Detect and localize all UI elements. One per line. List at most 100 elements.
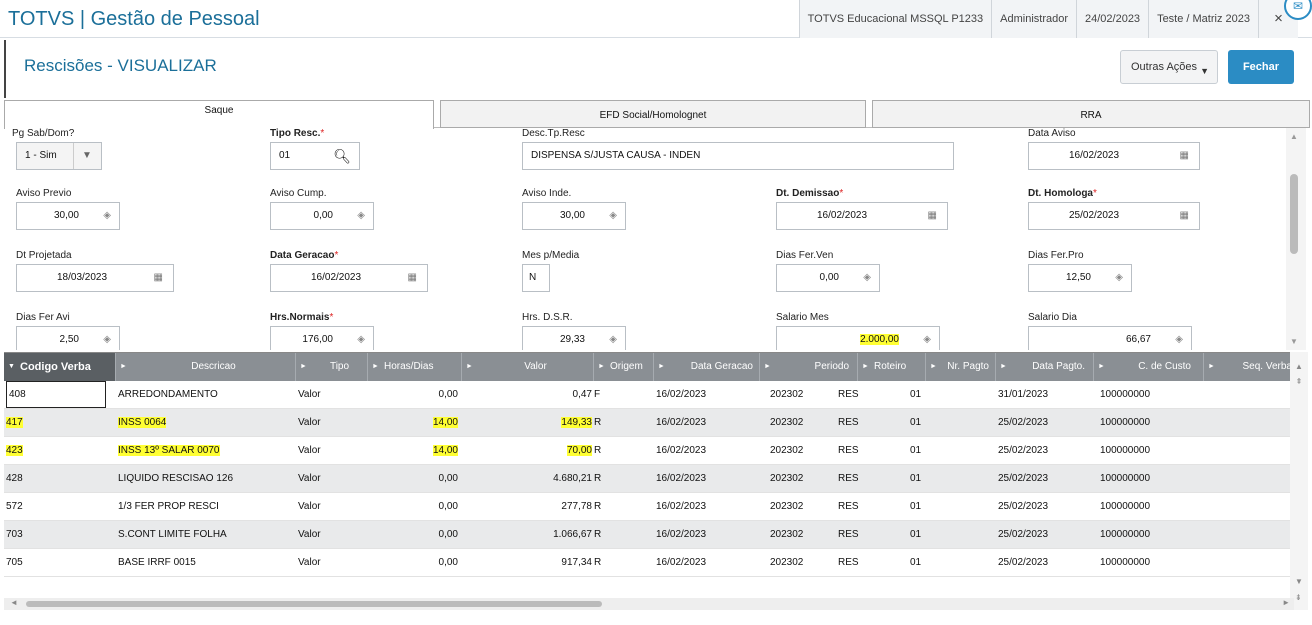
data-aviso-input[interactable]: 16/02/2023 ▦	[1028, 142, 1200, 170]
cell-tipo[interactable]: Valor	[298, 549, 368, 577]
cell-descricao[interactable]: INSS 13º SALAR 0070	[118, 437, 294, 465]
dias-fer-pro-input[interactable]: 12,50 ◈	[1028, 264, 1132, 292]
salario-dia-input[interactable]: 66,67 ◈	[1028, 326, 1192, 350]
cell-origem[interactable]: R	[594, 521, 624, 549]
scroll-thumb[interactable]	[1290, 174, 1298, 254]
pg-sab-dom-select[interactable]: 1 - Sim ▼	[16, 142, 102, 170]
calendar-icon[interactable]: ▦	[154, 265, 163, 291]
grid-h-scrollbar[interactable]: ◄ ►	[4, 598, 1294, 610]
cell-data-pagto[interactable]: 25/02/2023	[998, 437, 1088, 465]
table-row[interactable]: 408 ARREDONDAMENTO Valor 0,00 0,47 F 16/02/202…	[4, 381, 1294, 409]
calendar-icon[interactable]: ▦	[1180, 143, 1189, 169]
scroll-up-icon[interactable]: ▲	[1290, 362, 1308, 371]
calculator-icon[interactable]: ◈	[609, 203, 617, 229]
aviso-cump-input[interactable]: 0,00 ◈	[270, 202, 374, 230]
cell-roteiro[interactable]: RES	[838, 381, 898, 409]
cell-horas[interactable]: 0,00	[370, 381, 458, 409]
cell-tipo[interactable]: Valor	[298, 409, 368, 437]
column-header[interactable]: ► Nr. Pagto	[926, 353, 996, 381]
column-header[interactable]: ▼ Codigo Verba	[4, 353, 116, 381]
cell-origem[interactable]: R	[594, 437, 624, 465]
cell-horas[interactable]: 0,00	[370, 521, 458, 549]
cell-nr-pagto[interactable]: 01	[910, 493, 970, 521]
cell-data-geracao[interactable]: 16/02/2023	[656, 381, 756, 409]
cell-roteiro[interactable]: RES	[838, 521, 898, 549]
cell-nr-pagto[interactable]: 01	[910, 521, 970, 549]
column-header[interactable]: ► Tipo	[296, 353, 368, 381]
cell-codigo[interactable]: 705	[6, 549, 106, 577]
cell-data-pagto[interactable]: 31/01/2023	[998, 381, 1088, 409]
tab-saque[interactable]: Saque	[4, 100, 434, 129]
cell-valor[interactable]: 70,00	[464, 437, 592, 465]
cell-valor[interactable]: 0,47	[464, 381, 592, 409]
salario-mes-input[interactable]: 2.000,00 ◈	[776, 326, 940, 350]
scroll-up-icon[interactable]: ▲	[1290, 132, 1298, 141]
cell-horas[interactable]: 14,00	[370, 409, 458, 437]
cell-codigo[interactable]: 423	[6, 437, 106, 465]
cell-custo[interactable]: 100000000	[1100, 493, 1200, 521]
tab-rra[interactable]: RRA	[872, 100, 1310, 128]
scroll-thumb[interactable]	[26, 601, 602, 607]
cell-valor[interactable]: 4.680,21	[464, 465, 592, 493]
cell-codigo[interactable]: 428	[6, 465, 106, 493]
cell-data-pagto[interactable]: 25/02/2023	[998, 465, 1088, 493]
cell-data-geracao[interactable]: 16/02/2023	[656, 437, 756, 465]
cell-valor[interactable]: 277,78	[464, 493, 592, 521]
cell-nr-pagto[interactable]: 01	[910, 549, 970, 577]
hrs-dsr-input[interactable]: 29,33 ◈	[522, 326, 626, 350]
calculator-icon[interactable]: ◈	[1115, 265, 1123, 291]
grid-scrollbar[interactable]: ▲ ⇞ ▼ ⇟	[1290, 352, 1308, 610]
column-header[interactable]: ► Roteiro	[858, 353, 926, 381]
calculator-icon[interactable]: ◈	[863, 265, 871, 291]
cell-data-pagto[interactable]: 25/02/2023	[998, 493, 1088, 521]
calculator-icon[interactable]: ◈	[103, 203, 111, 229]
cell-origem[interactable]: R	[594, 465, 624, 493]
desc-tp-resc-input[interactable]: DISPENSA S/JUSTA CAUSA - INDEN	[522, 142, 954, 170]
calendar-icon[interactable]: ▦	[928, 203, 937, 229]
cell-valor[interactable]: 149,33	[464, 409, 592, 437]
table-row[interactable]: 423 INSS 13º SALAR 0070 Valor 14,00 70,00 R 16…	[4, 437, 1294, 465]
cell-roteiro[interactable]: RES	[838, 437, 898, 465]
cell-data-geracao[interactable]: 16/02/2023	[656, 493, 756, 521]
column-header[interactable]: ► Origem	[594, 353, 654, 381]
user-label[interactable]: Administrador	[991, 0, 1076, 38]
cell-data-geracao[interactable]: 16/02/2023	[656, 465, 756, 493]
cell-tipo[interactable]: Valor	[298, 437, 368, 465]
cell-horas[interactable]: 0,00	[370, 549, 458, 577]
cell-valor[interactable]: 1.066,67	[464, 521, 592, 549]
dt-demissao-input[interactable]: 16/02/2023 ▦	[776, 202, 948, 230]
cell-roteiro[interactable]: RES	[838, 493, 898, 521]
table-row[interactable]: 703 S.CONT LIMITE FOLHA Valor 0,00 1.066,67 R…	[4, 521, 1294, 549]
cell-custo[interactable]: 100000000	[1100, 465, 1200, 493]
mes-media-input[interactable]: N	[522, 264, 550, 292]
calculator-icon[interactable]: ◈	[103, 327, 111, 350]
scroll-down-icon[interactable]: ▼	[1295, 577, 1303, 586]
cell-origem[interactable]: F	[594, 381, 624, 409]
calculator-icon[interactable]: ◈	[1175, 327, 1183, 350]
cell-data-pagto[interactable]: 25/02/2023	[998, 549, 1088, 577]
calculator-icon[interactable]: ◈	[609, 327, 617, 350]
cell-codigo[interactable]: 703	[6, 521, 106, 549]
cell-custo[interactable]: 100000000	[1100, 437, 1200, 465]
cell-custo[interactable]: 100000000	[1100, 549, 1200, 577]
cell-nr-pagto[interactable]: 01	[910, 409, 970, 437]
cell-data-pagto[interactable]: 25/02/2023	[998, 521, 1088, 549]
cell-origem[interactable]: R	[594, 493, 624, 521]
calendar-icon[interactable]: ▦	[408, 265, 417, 291]
cell-descricao[interactable]: ARREDONDAMENTO	[118, 381, 294, 409]
cell-origem[interactable]: R	[594, 409, 624, 437]
cell-custo[interactable]: 100000000	[1100, 521, 1200, 549]
cell-data-pagto[interactable]: 25/02/2023	[998, 409, 1088, 437]
hrs-normais-input[interactable]: 176,00 ◈	[270, 326, 374, 350]
dt-projetada-input[interactable]: 18/03/2023 ▦	[16, 264, 174, 292]
cell-data-geracao[interactable]: 16/02/2023	[656, 409, 756, 437]
aviso-previo-input[interactable]: 30,00 ◈	[16, 202, 120, 230]
table-row[interactable]: 417 INSS 0064 Valor 14,00 149,33 R 16/02/2023 2…	[4, 409, 1294, 437]
cell-descricao[interactable]: 1/3 FER PROP RESCI	[118, 493, 294, 521]
table-row[interactable]: 705 BASE IRRF 0015 Valor 0,00 917,34 R 16/02/2…	[4, 549, 1294, 577]
column-header[interactable]: ► Periodo	[760, 353, 858, 381]
calendar-icon[interactable]: ▦	[1180, 203, 1189, 229]
scroll-bottom-icon[interactable]: ⇟	[1295, 593, 1302, 602]
cell-horas[interactable]: 14,00	[370, 437, 458, 465]
cell-tipo[interactable]: Valor	[298, 493, 368, 521]
